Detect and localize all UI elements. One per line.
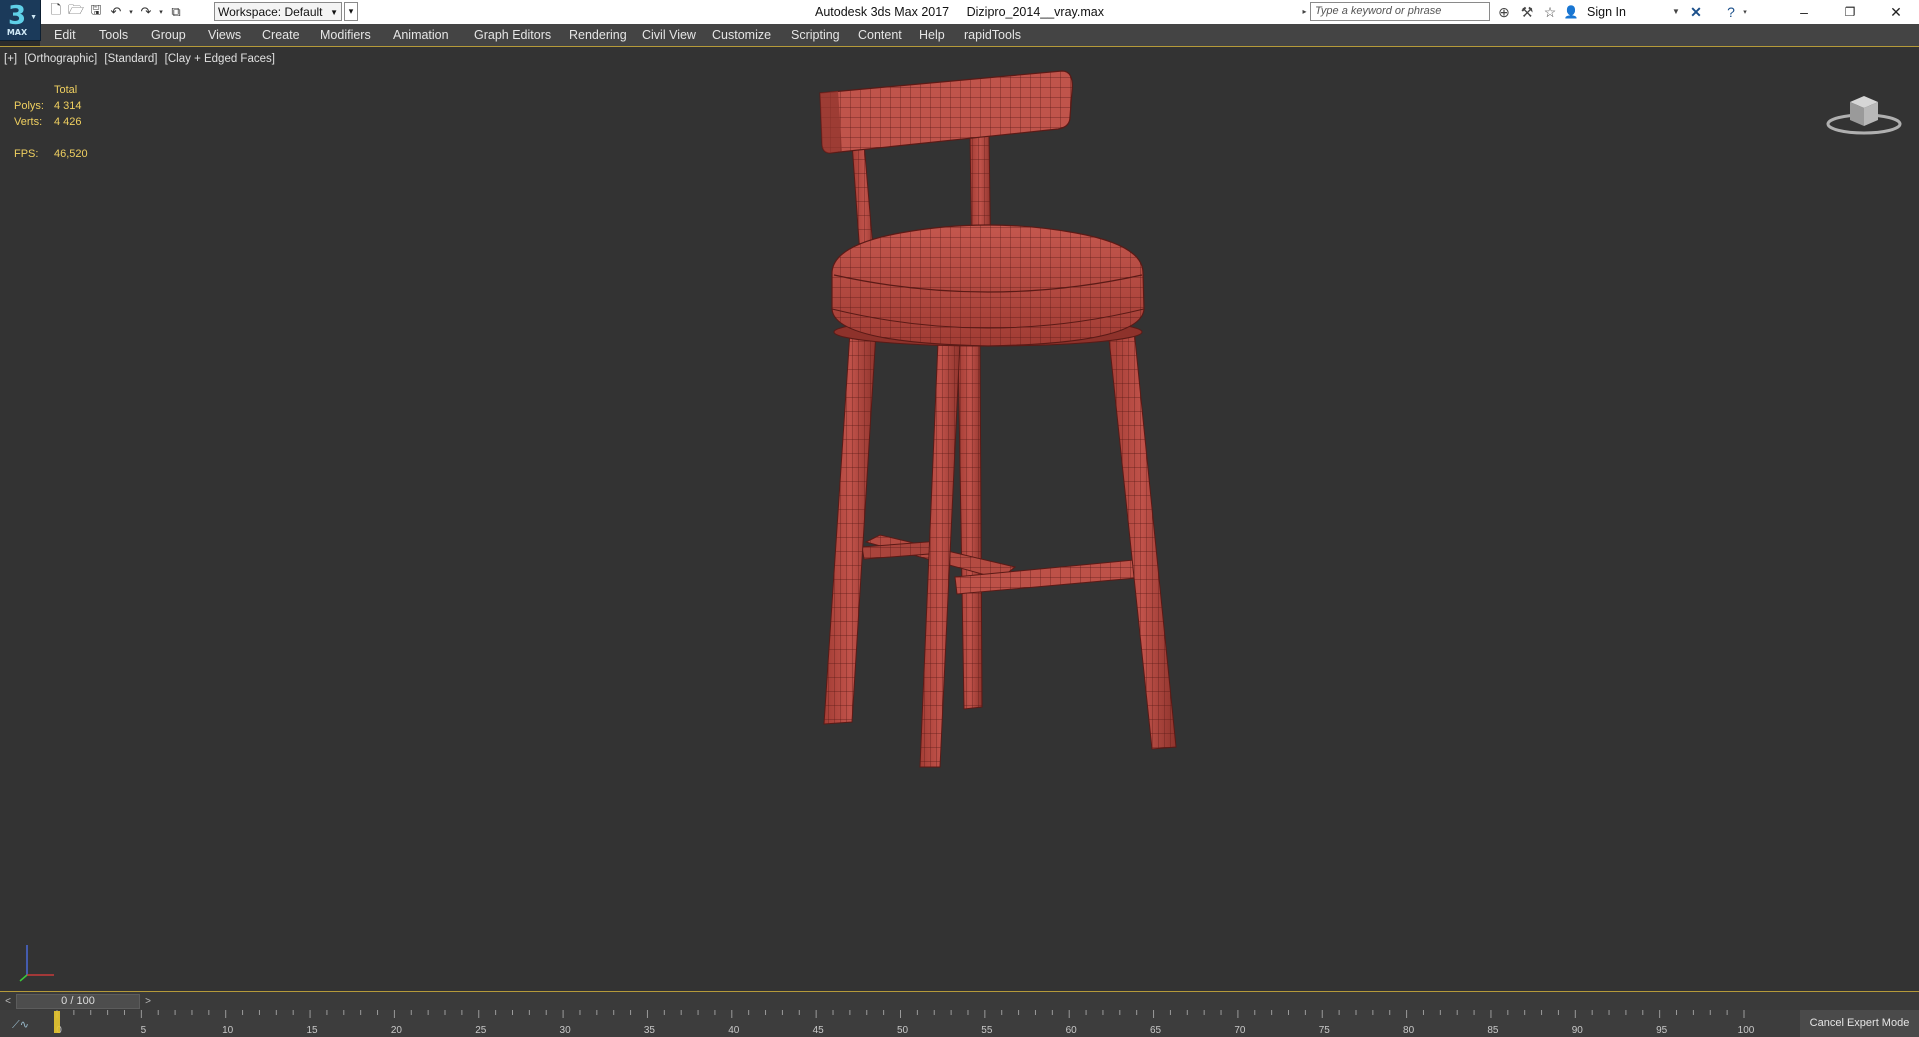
binoculars-icon[interactable]: ⊕ <box>1493 2 1515 22</box>
new-file-icon[interactable]: 🗋 <box>46 2 66 21</box>
ruler-label: 100 <box>1738 1025 1755 1036</box>
ruler-label: 5 <box>141 1025 147 1036</box>
restore-button[interactable]: ❐ <box>1827 0 1873 24</box>
quick-access-menu-button[interactable]: ▾ <box>344 2 358 21</box>
redo-icon[interactable]: ↷ <box>136 3 156 21</box>
ruler-label: 80 <box>1403 1025 1415 1036</box>
workspace-select[interactable]: Workspace: Default ▼ <box>214 2 342 21</box>
sign-in-dropdown-icon[interactable]: ▼ <box>1672 0 1680 24</box>
leg-back-far <box>957 341 983 710</box>
menu-help[interactable]: Help <box>919 24 945 46</box>
close-button[interactable]: ✕ <box>1873 0 1919 24</box>
menu-modifiers[interactable]: Modifiers <box>320 24 371 46</box>
cancel-expert-mode-button[interactable]: Cancel Expert Mode <box>1800 1010 1919 1037</box>
time-slider[interactable]: 0 / 100 <box>16 994 140 1009</box>
search-expand-icon[interactable]: ▸ <box>1299 2 1310 21</box>
backrest <box>819 70 1073 154</box>
ruler-label: 75 <box>1319 1025 1331 1036</box>
menu-group[interactable]: Group <box>151 24 186 46</box>
quick-access-toolbar: 🗋 🗁 🖫 ↶ ▾ ↷ ▾ ⧉ <box>46 2 186 21</box>
menu-customize[interactable]: Customize <box>712 24 771 46</box>
menu-views[interactable]: Views <box>208 24 241 46</box>
current-frame-marker[interactable] <box>54 1011 60 1033</box>
menu-tools[interactable]: Tools <box>99 24 128 46</box>
ruler-label: 20 <box>391 1025 403 1036</box>
time-slider-bar: < 0 / 100 > <box>0 991 1919 1011</box>
track-bar[interactable]: ⟋∿ 0510152025303540455055606570758085909… <box>0 1010 1800 1037</box>
sign-in-button[interactable]: Sign In <box>1587 0 1626 24</box>
ruler-label: 45 <box>813 1025 825 1036</box>
seat-cushion <box>831 224 1145 347</box>
app-logo-number: 3 <box>7 1 27 31</box>
ruler-label: 95 <box>1656 1025 1668 1036</box>
frame-ruler[interactable]: 0510152025303540455055606570758085909510… <box>0 1010 1800 1037</box>
subscription-icon[interactable]: ⚒ <box>1516 2 1538 22</box>
user-icon[interactable]: 👤 <box>1560 2 1582 22</box>
axis-tripod-icon <box>19 945 54 982</box>
redo-dropdown-icon[interactable]: ▾ <box>156 3 166 21</box>
project-folder-icon[interactable]: ⧉ <box>166 3 186 21</box>
workspace-label: Workspace: Default <box>218 5 323 19</box>
menu-edit[interactable]: Edit <box>54 24 76 46</box>
ruler-label: 30 <box>560 1025 572 1036</box>
menu-graph-editors[interactable]: Graph Editors <box>474 24 551 46</box>
menu-civil-view[interactable]: Civil View <box>642 24 696 46</box>
ruler-label: 50 <box>897 1025 909 1036</box>
exchange-apps-icon[interactable]: ✕ <box>1685 2 1707 22</box>
menu-content[interactable]: Content <box>858 24 902 46</box>
application-menu-button[interactable]: 3 MAX ▼ <box>0 0 41 41</box>
menu-animation[interactable]: Animation <box>393 24 449 46</box>
perspective-viewport[interactable]: [+] [Orthographic] [Standard] [Clay + Ed… <box>0 47 1919 991</box>
ruler-label: 55 <box>981 1025 993 1036</box>
leg-front-left <box>823 331 877 725</box>
ruler-label: 90 <box>1572 1025 1584 1036</box>
open-file-icon[interactable]: 🗁 <box>66 2 86 21</box>
save-file-icon[interactable]: 🖫 <box>86 2 106 21</box>
menu-scripting[interactable]: Scripting <box>791 24 840 46</box>
chevron-down-icon: ▼ <box>30 14 37 21</box>
title-bar: Autodesk 3ds Max 2017 Dizipro_2014__vray… <box>0 0 1919 24</box>
ruler-label: 10 <box>222 1025 234 1036</box>
prev-frame-button[interactable]: < <box>1 994 15 1009</box>
undo-dropdown-icon[interactable]: ▾ <box>126 3 136 21</box>
help-dropdown-icon[interactable]: ▾ <box>1740 2 1750 22</box>
search-input[interactable]: Type a keyword or phrase <box>1310 2 1490 21</box>
ruler-label: 60 <box>1066 1025 1078 1036</box>
ruler-label: 85 <box>1487 1025 1499 1036</box>
menu-bar: Edit Tools Group Views Create Modifiers … <box>40 24 1919 46</box>
menu-rapidtools[interactable]: rapidTools <box>964 24 1021 46</box>
leg-front-right <box>1107 328 1177 750</box>
ruler-label: 70 <box>1234 1025 1246 1036</box>
ruler-label: 15 <box>306 1025 318 1036</box>
menu-create[interactable]: Create <box>262 24 300 46</box>
ruler-label: 25 <box>475 1025 487 1036</box>
ruler-label: 35 <box>644 1025 656 1036</box>
app-title: Autodesk 3ds Max 2017 <box>815 5 950 19</box>
frame-display: 0 / 100 <box>61 995 95 1007</box>
next-frame-button[interactable]: > <box>141 994 155 1009</box>
bar-stool-model[interactable] <box>0 47 1919 991</box>
minimize-button[interactable]: – <box>1781 0 1827 24</box>
search-placeholder: Type a keyword or phrase <box>1315 5 1442 17</box>
file-name: Dizipro_2014__vray.max <box>966 5 1104 19</box>
chevron-down-icon: ▼ <box>330 8 338 17</box>
footrest-rails <box>861 534 1137 595</box>
app-logo-text: MAX <box>6 28 28 37</box>
menu-rendering[interactable]: Rendering <box>569 24 627 46</box>
ruler-label: 40 <box>728 1025 740 1036</box>
favorites-star-icon[interactable]: ☆ <box>1539 2 1561 22</box>
help-icon[interactable]: ? <box>1720 2 1742 22</box>
undo-icon[interactable]: ↶ <box>106 3 126 21</box>
ruler-label: 65 <box>1150 1025 1162 1036</box>
